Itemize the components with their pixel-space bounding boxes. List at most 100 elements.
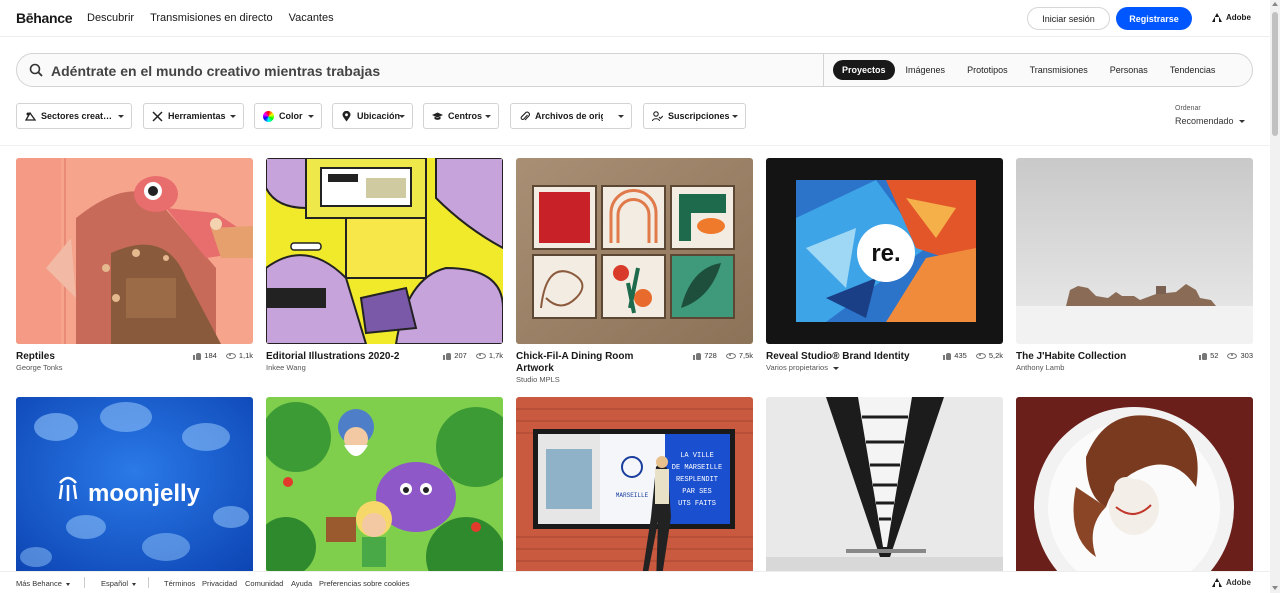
like-icon: [193, 352, 202, 360]
page-scrollbar[interactable]: [1270, 0, 1280, 593]
chevron-down-icon: [132, 582, 137, 586]
tab-personas[interactable]: Personas: [1099, 60, 1159, 80]
project-thumbnail[interactable]: [516, 158, 753, 344]
adobe-label: Adobe: [1226, 578, 1251, 587]
search-bar[interactable]: Adéntrate en el mundo creativo mientras …: [16, 53, 1253, 87]
project-owner-dropdown[interactable]: Varios propietarios: [766, 363, 840, 372]
project-card[interactable]: MARSEILLE LA VILLE DE MARSEILLE RESPLEND…: [516, 397, 753, 583]
sort-value: Recomendado: [1175, 116, 1234, 126]
search-divider: [823, 54, 824, 86]
views-icon: [225, 352, 236, 359]
adobe-link[interactable]: Adobe: [1212, 13, 1251, 22]
view-count: 7,5k: [738, 351, 753, 360]
moonjelly-logo-text: moonjelly: [88, 480, 201, 507]
scroll-down-arrow-icon[interactable]: [1272, 586, 1278, 590]
project-owner[interactable]: Studio MPLS: [516, 375, 560, 384]
project-thumbnail[interactable]: [1016, 397, 1253, 583]
filter-ubicacion[interactable]: Ubicación: [332, 103, 413, 129]
views-icon: [975, 352, 986, 359]
project-card[interactable]: Chick-Fil-A Dining Room Artwork Studio M…: [516, 158, 753, 384]
project-thumbnail[interactable]: re.: [766, 158, 1003, 344]
project-thumbnail[interactable]: [16, 158, 253, 344]
project-card[interactable]: The J'Habite Collection Anthony Lamb 52 …: [1016, 158, 1253, 372]
behance-logo[interactable]: Bēhance: [16, 10, 73, 26]
project-thumbnail[interactable]: [266, 397, 503, 583]
search-icon: [29, 63, 43, 77]
paperclip-icon: [519, 111, 530, 122]
language-selector[interactable]: Español: [101, 579, 137, 588]
like-count: 435: [954, 351, 967, 360]
project-card[interactable]: Reptiles George Tonks 184 1,1k: [16, 158, 253, 372]
filter-color[interactable]: Color: [254, 103, 322, 129]
nav-link-descubrir[interactable]: Descubrir: [87, 12, 134, 24]
color-wheel-icon: [263, 110, 274, 122]
chevron-down-icon: [65, 582, 70, 586]
filter-archivos[interactable]: Archivos de orig: [510, 103, 632, 129]
poster-line: DE MARSEILLE: [672, 464, 722, 472]
tab-imagenes[interactable]: Imágenes: [895, 60, 957, 80]
signup-button[interactable]: Registrarse: [1116, 7, 1192, 30]
nav-link-transmisiones[interactable]: Transmisiones en directo: [150, 12, 272, 24]
filter-label: Archivos de orig: [535, 111, 603, 121]
chevron-down-icon: [833, 366, 840, 370]
footer-link-privacidad[interactable]: Privacidad: [202, 579, 237, 588]
filter-suscripciones[interactable]: Suscripciones: [643, 103, 746, 129]
login-button[interactable]: Iniciar sesión: [1027, 7, 1110, 30]
footer: Más Behance Español Términos Privacidad …: [0, 571, 1270, 593]
project-owner[interactable]: Anthony Lamb: [1016, 363, 1064, 372]
project-owner[interactable]: Inkee Wang: [266, 363, 306, 372]
project-stats: 184 1,1k: [193, 351, 253, 360]
sort-dropdown[interactable]: Recomendado: [1175, 116, 1245, 126]
project-owner[interactable]: George Tonks: [16, 363, 63, 372]
footer-link-cookies[interactable]: Preferencias sobre cookies: [319, 579, 409, 588]
filter-centros[interactable]: Centros: [423, 103, 499, 129]
filter-label: Sectores creat…: [41, 111, 113, 121]
project-title[interactable]: Editorial Illustrations 2020-2: [266, 351, 436, 363]
view-count: 1,7k: [488, 351, 503, 360]
views-icon: [725, 352, 736, 359]
project-card[interactable]: Editorial Illustrations 2020-2 Inkee Wan…: [266, 158, 503, 372]
filter-herramientas[interactable]: Herramientas: [143, 103, 244, 129]
tab-transmisiones[interactable]: Transmisiones: [1019, 60, 1099, 80]
footer-more-label: Más Behance: [16, 579, 62, 588]
project-title[interactable]: Chick-Fil-A Dining Room Artwork: [516, 351, 656, 375]
chevron-down-icon: [118, 115, 124, 118]
scrollbar-thumb[interactable]: [1272, 12, 1278, 136]
tab-prototipos[interactable]: Prototipos: [956, 60, 1019, 80]
project-thumbnail[interactable]: moonjelly: [16, 397, 253, 583]
footer-link-comunidad[interactable]: Comunidad: [245, 579, 283, 588]
project-title[interactable]: Reptiles: [16, 351, 186, 363]
project-thumbnail[interactable]: [1016, 158, 1253, 344]
like-count: 184: [204, 351, 217, 360]
project-card[interactable]: [766, 397, 1003, 583]
project-title[interactable]: The J'Habite Collection: [1016, 351, 1186, 363]
divider: [0, 145, 1270, 146]
chevron-down-icon: [1238, 119, 1245, 123]
project-title[interactable]: Reveal Studio® Brand Identity: [766, 351, 936, 363]
project-thumbnail[interactable]: [266, 158, 503, 344]
footer-more-behance[interactable]: Más Behance: [16, 579, 70, 588]
scroll-up-arrow-icon[interactable]: [1272, 2, 1278, 6]
project-stats: 52 303: [1199, 351, 1253, 360]
filter-label: Suscripciones: [668, 111, 730, 121]
poster-line: PAR SES: [682, 488, 711, 496]
project-card[interactable]: re. Reveal Studio® Brand Identity Varios…: [766, 158, 1003, 372]
footer-adobe-link[interactable]: Adobe: [1212, 578, 1251, 587]
tab-tendencias[interactable]: Tendencias: [1159, 60, 1227, 80]
tab-proyectos[interactable]: Proyectos: [833, 60, 895, 80]
nav-link-vacantes[interactable]: Vacantes: [289, 12, 334, 24]
project-thumbnail[interactable]: MARSEILLE LA VILLE DE MARSEILLE RESPLEND…: [516, 397, 753, 583]
footer-link-terminos[interactable]: Términos: [164, 579, 195, 588]
project-card[interactable]: [266, 397, 503, 583]
chevron-down-icon: [618, 115, 624, 118]
filter-sectores[interactable]: Sectores creat…: [16, 103, 132, 129]
project-thumbnail[interactable]: [766, 397, 1003, 583]
project-card[interactable]: [1016, 397, 1253, 583]
search-input[interactable]: Adéntrate en el mundo creativo mientras …: [51, 63, 380, 79]
footer-link-ayuda[interactable]: Ayuda: [291, 579, 312, 588]
views-icon: [475, 352, 486, 359]
footer-divider: [84, 577, 85, 588]
project-card[interactable]: moonjelly: [16, 397, 253, 583]
creative-fields-icon: [25, 111, 36, 122]
adobe-icon: [1212, 578, 1223, 587]
